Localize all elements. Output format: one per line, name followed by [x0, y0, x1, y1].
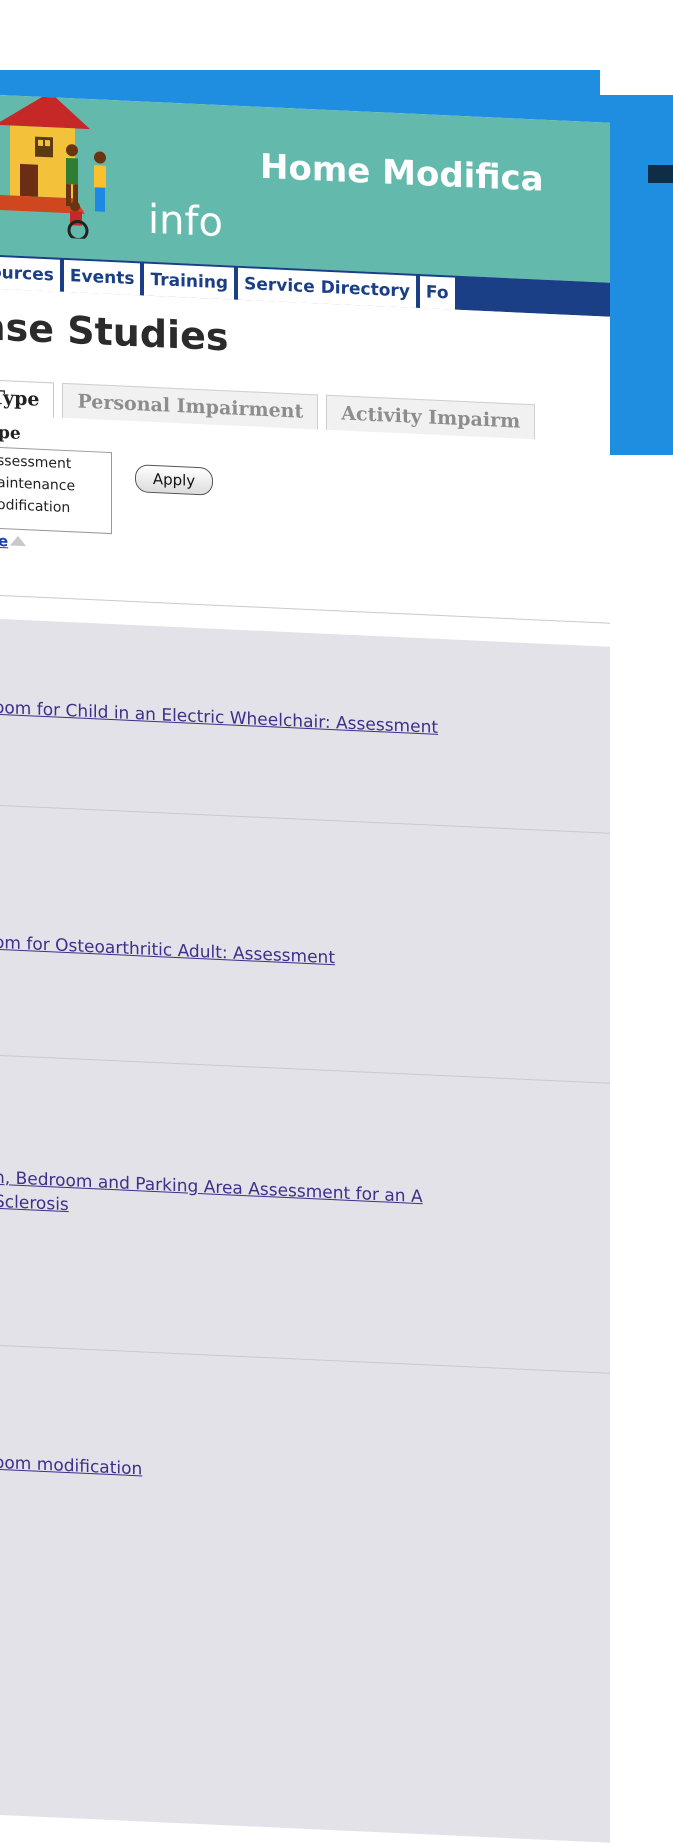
nav-item-events[interactable]: Events	[63, 259, 141, 296]
type-listbox[interactable]: ssessment aintenance odification	[0, 446, 112, 535]
case-study-link-line2[interactable]: Sclerosis	[0, 1190, 69, 1217]
nav-item-resources[interactable]: ources	[0, 256, 60, 292]
house-logo-icon[interactable]	[0, 95, 140, 245]
nav-item-training[interactable]: Training	[144, 263, 235, 300]
sort-link[interactable]: e	[0, 532, 8, 550]
tab-type[interactable]: Type	[0, 379, 55, 418]
site-title: Home Modifica	[260, 146, 544, 200]
case-study-link[interactable]: oom for Child in an Electric Wheelchair:…	[0, 696, 438, 740]
list-item: n, Bedroom and Parking Area Assessment f…	[0, 1055, 610, 1364]
site-header: Home Modifica info	[0, 95, 610, 283]
browser-page: Home Modifica info ources Events Trainin…	[0, 95, 610, 1843]
background-top-white	[0, 0, 673, 70]
case-study-link[interactable]: om for Osteoarthritic Adult: Assessment	[0, 931, 335, 970]
nav-item-fo[interactable]: Fo	[419, 276, 455, 310]
site-subtitle: info	[148, 196, 224, 247]
filter-label: pe	[0, 422, 21, 444]
listbox-option[interactable]: odification	[0, 494, 111, 521]
sort-arrow-icon[interactable]	[10, 535, 26, 547]
case-study-link[interactable]: oom modification	[0, 1451, 142, 1482]
list-item: oom modification	[0, 1345, 610, 1654]
apply-button[interactable]: Apply	[135, 464, 213, 496]
background-top-right-white	[600, 0, 673, 95]
partial-element-right	[648, 165, 673, 183]
